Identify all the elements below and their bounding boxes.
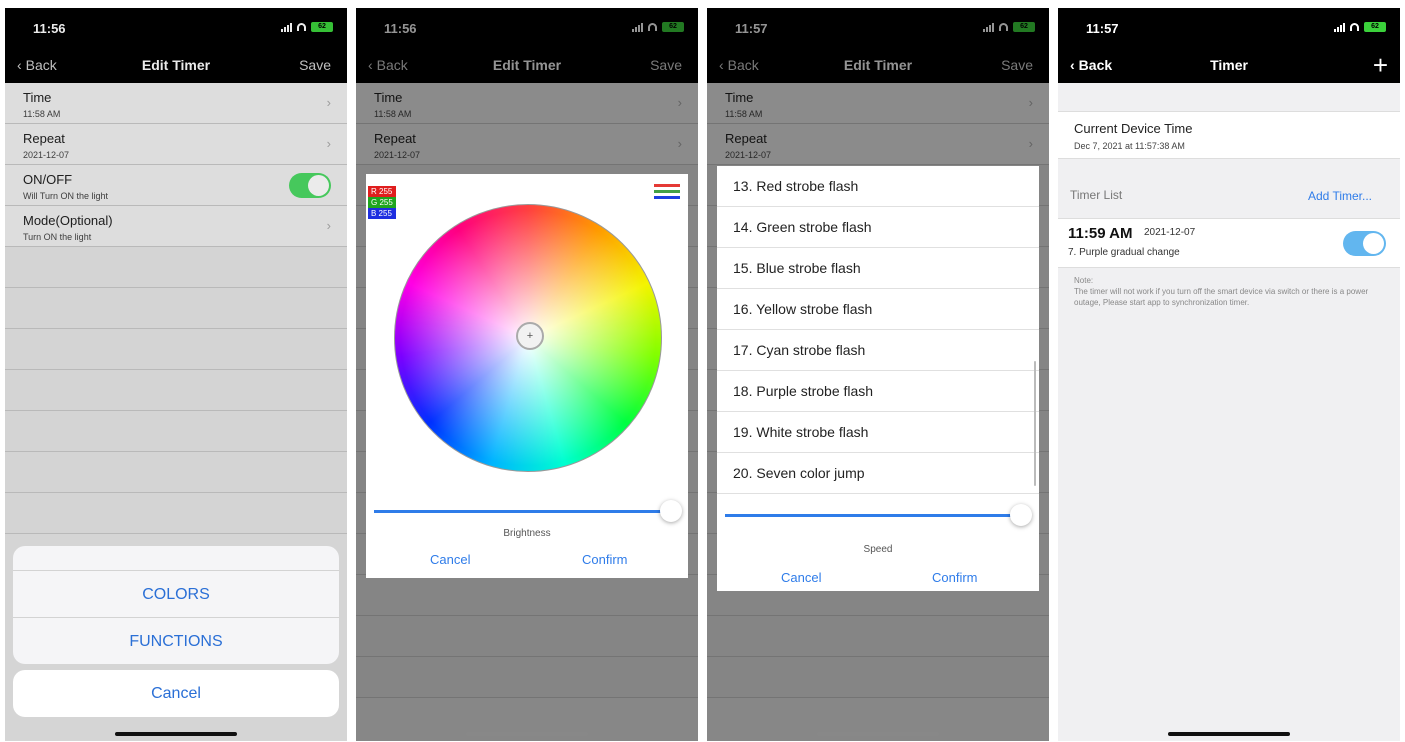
- mode-list: 13. Red strobe flash 14. Green strobe fl…: [717, 166, 1039, 494]
- timer-mode: 7. Purple gradual change: [1068, 247, 1180, 258]
- timer-list-label: Timer List: [1070, 188, 1123, 202]
- status-icons: 62: [1334, 22, 1386, 32]
- wifi-icon: [1350, 23, 1359, 31]
- signal-icon: [1334, 22, 1345, 32]
- nav-bar: ‹ Back Timer +: [1058, 48, 1400, 83]
- red-value: R 255: [368, 186, 396, 197]
- brightness-slider-track[interactable]: [374, 510, 666, 513]
- phone-screen-edit-timer-action-sheet: 11:56 62 ‹ Back Edit Timer Save Time 11:5…: [5, 8, 347, 741]
- speed-slider-track[interactable]: [725, 514, 1019, 517]
- home-indicator: [817, 732, 939, 736]
- mode-item[interactable]: 18. Purple strobe flash: [717, 371, 1039, 412]
- list-scrollbar[interactable]: [1034, 361, 1036, 486]
- current-time-label: Current Device Time: [1074, 121, 1193, 136]
- mode-item[interactable]: 19. White strobe flash: [717, 412, 1039, 453]
- current-time-section: Current Device Time Dec 7, 2021 at 11:57…: [1058, 111, 1400, 159]
- cancel-button[interactable]: Cancel: [430, 552, 470, 567]
- current-time-value: Dec 7, 2021 at 11:57:38 AM: [1074, 141, 1185, 151]
- note-text: Note: The timer will not work if you tur…: [1074, 276, 1369, 307]
- mode-picker-dialog: 13. Red strobe flash 14. Green strobe fl…: [717, 166, 1039, 591]
- mode-item[interactable]: 13. Red strobe flash: [717, 166, 1039, 207]
- mode-item[interactable]: 15. Blue strobe flash: [717, 248, 1039, 289]
- color-menu-icon[interactable]: [654, 184, 680, 202]
- status-bar: 11:57 62: [1058, 8, 1400, 48]
- timer-item[interactable]: 11:59 AM 2021-12-07 7. Purple gradual ch…: [1058, 218, 1400, 268]
- confirm-button[interactable]: Confirm: [932, 570, 978, 585]
- page-title: Timer: [1210, 57, 1248, 73]
- cancel-button[interactable]: Cancel: [13, 670, 339, 717]
- timer-date: 2021-12-07: [1144, 227, 1196, 238]
- phone-screen-color-picker: 11:56 62 ‹ Back Edit Timer Save Time 11:5…: [356, 8, 698, 741]
- speed-label: Speed: [863, 544, 893, 555]
- color-picker-dialog: R 255 G 255 B 255 + Brightness Cancel Co…: [366, 174, 688, 578]
- sheet-spacer: [13, 546, 339, 570]
- home-indicator: [1168, 732, 1290, 736]
- speed-slider-thumb[interactable]: [1010, 504, 1032, 526]
- mode-item[interactable]: 14. Green strobe flash: [717, 207, 1039, 248]
- phone-screen-mode-list: 11:57 62 ‹ Back Edit Timer Save Time 11:5…: [707, 8, 1049, 741]
- timer-toggle[interactable]: [1343, 231, 1386, 256]
- cancel-button[interactable]: Cancel: [781, 570, 821, 585]
- blue-value: B 255: [368, 208, 396, 219]
- brightness-label: Brightness: [503, 528, 551, 539]
- functions-option[interactable]: FUNCTIONS: [13, 617, 339, 664]
- color-wheel-selector[interactable]: +: [516, 322, 544, 350]
- timer-time: 11:59 AM: [1068, 225, 1133, 242]
- phone-screen-timer: 11:57 62 ‹ Back Timer + Current Device Ti…: [1058, 8, 1400, 741]
- green-value: G 255: [368, 197, 396, 208]
- action-sheet: COLORS FUNCTIONS: [13, 546, 339, 664]
- mode-item[interactable]: 16. Yellow strobe flash: [717, 289, 1039, 330]
- colors-option[interactable]: COLORS: [13, 570, 339, 617]
- home-indicator: [115, 732, 237, 736]
- mode-item[interactable]: 17. Cyan strobe flash: [717, 330, 1039, 371]
- confirm-button[interactable]: Confirm: [582, 552, 628, 567]
- rgb-readout: R 255 G 255 B 255: [368, 186, 396, 219]
- timer-page: Current Device Time Dec 7, 2021 at 11:57…: [1058, 83, 1400, 741]
- mode-item[interactable]: 20. Seven color jump: [717, 453, 1039, 494]
- add-icon[interactable]: +: [1373, 50, 1388, 81]
- home-indicator: [466, 732, 588, 736]
- battery-icon: 62: [1364, 22, 1386, 32]
- add-timer-link[interactable]: Add Timer...: [1308, 189, 1372, 203]
- brightness-slider-thumb[interactable]: [660, 500, 682, 522]
- status-time: 11:57: [1086, 21, 1119, 36]
